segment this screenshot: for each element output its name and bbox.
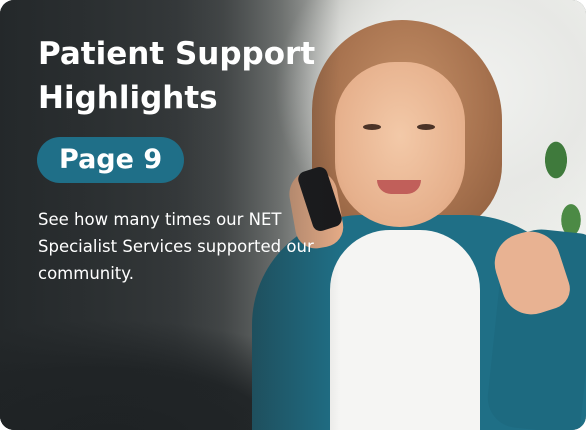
- card-description: See how many times our NET Specialist Se…: [38, 210, 314, 283]
- page-badge[interactable]: Page 9: [37, 137, 185, 183]
- highlight-card[interactable]: Patient Support Highlights Page 9 See ho…: [0, 0, 586, 430]
- card-title: Patient Support Highlights: [38, 36, 316, 116]
